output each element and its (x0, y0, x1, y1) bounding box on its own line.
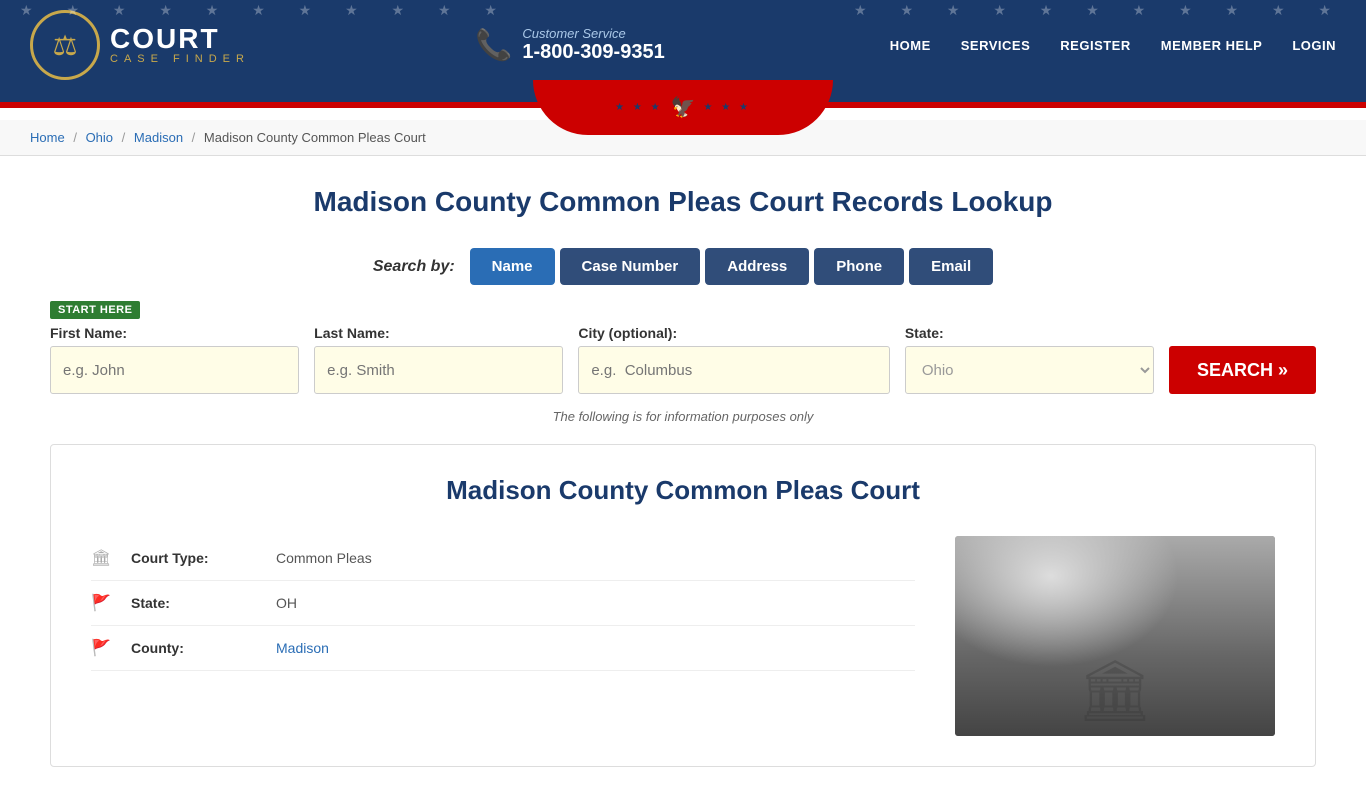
logo-text: COURT CASE FINDER (110, 25, 250, 65)
nav-register[interactable]: REGISTER (1060, 38, 1130, 53)
last-name-group: Last Name: (314, 325, 563, 394)
header-stars-left: ★ ★ ★ ★ ★ ★ ★ ★ ★ ★ ★ (20, 2, 512, 19)
detail-court-type: 🏛 Court Type: Common Pleas (91, 536, 915, 581)
court-type-label: Court Type: (131, 550, 261, 566)
city-group: City (optional): (578, 325, 889, 394)
court-type-icon: 🏛 (91, 548, 116, 568)
banner-strip: ★ ★ ★ 🦅 ★ ★ ★ (0, 90, 1366, 120)
main-content: Madison County Common Pleas Court Record… (0, 156, 1366, 797)
form-fields: First Name: Last Name: City (optional): … (50, 325, 1316, 394)
tab-address[interactable]: Address (705, 248, 809, 285)
site-header: ★ ★ ★ ★ ★ ★ ★ ★ ★ ★ ★ ★ ★ ★ ★ ★ ★ ★ ★ ★ … (0, 0, 1366, 90)
breadcrumb-ohio[interactable]: Ohio (86, 130, 113, 145)
city-label: City (optional): (578, 325, 889, 341)
breadcrumb-sep-3: / (192, 130, 196, 145)
cs-phone: 1-800-309-9351 (522, 41, 664, 64)
cs-label: Customer Service (522, 26, 664, 41)
court-details-table: 🏛 Court Type: Common Pleas 🚩 State: OH 🚩… (91, 536, 915, 736)
breadcrumb-sep-2: / (122, 130, 126, 145)
state-group: State: OhioAlabamaAlaskaArizonaArkansasC… (905, 325, 1154, 394)
breadcrumb-sep-1: / (73, 130, 77, 145)
detail-county: 🚩 County: Madison (91, 626, 915, 671)
court-info-title: Madison County Common Pleas Court (91, 475, 1275, 506)
logo-area: ⚖ COURT CASE FINDER (30, 10, 250, 80)
breadcrumb-current: Madison County Common Pleas Court (204, 130, 426, 145)
stars-right: ★ ★ ★ (703, 102, 750, 113)
last-name-label: Last Name: (314, 325, 563, 341)
state-label: State: (905, 325, 1154, 341)
court-image (955, 536, 1275, 736)
first-name-label: First Name: (50, 325, 299, 341)
header-stars-right: ★ ★ ★ ★ ★ ★ ★ ★ ★ ★ ★ (854, 2, 1346, 19)
state-detail-label: State: (131, 595, 261, 611)
eagle-icon: 🦅 (671, 95, 696, 120)
tab-email[interactable]: Email (909, 248, 993, 285)
banner-arch: ★ ★ ★ 🦅 ★ ★ ★ (533, 80, 833, 135)
tab-case-number[interactable]: Case Number (560, 248, 701, 285)
search-by-label: Search by: (373, 258, 455, 276)
main-nav: HOME SERVICES REGISTER MEMBER HELP LOGIN (890, 38, 1336, 53)
breadcrumb-home[interactable]: Home (30, 130, 65, 145)
search-button[interactable]: SEARCH » (1169, 346, 1316, 394)
nav-services[interactable]: SERVICES (961, 38, 1031, 53)
breadcrumb-madison[interactable]: Madison (134, 130, 183, 145)
eagle-container: ★ ★ ★ 🦅 ★ ★ ★ (615, 95, 751, 120)
logo-brand: COURT (110, 25, 250, 53)
state-detail-value: OH (276, 595, 297, 611)
county-icon: 🚩 (91, 638, 116, 658)
info-note: The following is for information purpose… (50, 409, 1316, 424)
court-details-row: 🏛 Court Type: Common Pleas 🚩 State: OH 🚩… (91, 536, 1275, 736)
logo-tagline: CASE FINDER (110, 53, 250, 65)
page-title: Madison County Common Pleas Court Record… (50, 186, 1316, 218)
state-select[interactable]: OhioAlabamaAlaskaArizonaArkansasCaliforn… (905, 346, 1154, 394)
phone-icon: 📞 (475, 28, 512, 63)
stars-left: ★ ★ ★ (615, 102, 662, 113)
court-type-value: Common Pleas (276, 550, 372, 566)
customer-service: 📞 Customer Service 1-800-309-9351 (475, 26, 665, 64)
search-form-area: START HERE First Name: Last Name: City (… (50, 300, 1316, 394)
logo-circle: ⚖ (30, 10, 100, 80)
court-info-section: Madison County Common Pleas Court 🏛 Cour… (50, 444, 1316, 767)
nav-home[interactable]: HOME (890, 38, 931, 53)
first-name-input[interactable] (50, 346, 299, 394)
cs-info: Customer Service 1-800-309-9351 (522, 26, 664, 64)
detail-state: 🚩 State: OH (91, 581, 915, 626)
first-name-group: First Name: (50, 325, 299, 394)
state-icon: 🚩 (91, 593, 116, 613)
search-tabs-row: Search by: Name Case Number Address Phon… (50, 248, 1316, 285)
tab-phone[interactable]: Phone (814, 248, 904, 285)
start-here-badge: START HERE (50, 301, 140, 319)
nav-member-help[interactable]: MEMBER HELP (1161, 38, 1263, 53)
county-label: County: (131, 640, 261, 656)
city-input[interactable] (578, 346, 889, 394)
last-name-input[interactable] (314, 346, 563, 394)
nav-login[interactable]: LOGIN (1292, 38, 1336, 53)
county-value: Madison (276, 640, 329, 656)
logo-icon: ⚖ (52, 29, 77, 62)
tab-name[interactable]: Name (470, 248, 555, 285)
